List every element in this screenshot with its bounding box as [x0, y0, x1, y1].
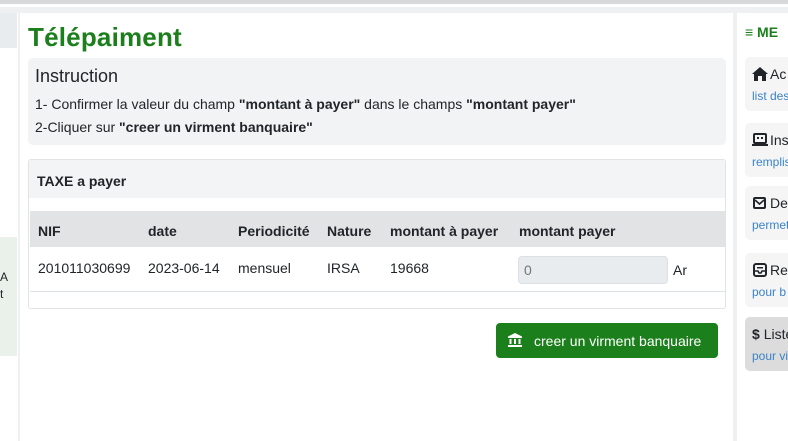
tax-card: TAXE a payer NIF date Periodicité Nature…	[28, 159, 726, 309]
column-header-nif: NIF	[38, 223, 61, 239]
bank-icon	[508, 333, 522, 347]
menu-item-liste[interactable]: $ Liste pour vi	[745, 317, 788, 371]
menu-item-label: Ac	[770, 66, 787, 82]
menu-header: ≡ ME	[745, 24, 779, 40]
menu-item-accueil[interactable]: Ac list des	[745, 57, 788, 111]
instruction-field-name: "montant payer"	[466, 96, 576, 112]
column-header-nature: Nature	[327, 223, 372, 239]
menu-item-desc: permet	[752, 218, 788, 232]
menu-item-title: Ins	[752, 132, 788, 148]
menu-item-inscription[interactable]: Ins remplis	[745, 123, 788, 177]
top-strip	[0, 4, 788, 7]
tax-card-title: TAXE a payer	[37, 173, 127, 189]
instruction-title: Instruction	[35, 66, 119, 86]
montant-payer-input[interactable]	[518, 256, 668, 284]
instruction-text: 2-Cliquer sur	[35, 119, 120, 135]
create-transfer-label: creer un virment banquaire	[534, 333, 702, 349]
menu-item-recu[interactable]: Rec pour b	[745, 253, 788, 307]
instruction-text: dans le champs	[360, 96, 467, 112]
dollar-icon: $	[752, 326, 760, 342]
column-header-montant-a-payer: montant à payer	[390, 223, 499, 239]
left-panel-header	[0, 13, 17, 48]
column-header-date: date	[148, 223, 177, 239]
cell-montant-a-payer: 19668	[390, 260, 429, 276]
create-transfer-button[interactable]: creer un virment banquaire	[496, 323, 718, 358]
instruction-step-2: 2-Cliquer sur "creer un virment banquair…	[35, 119, 313, 135]
cell-nif: 201011030699	[38, 260, 131, 276]
instruction-text: 1- Confirmer la valeur du champ	[35, 96, 239, 112]
home-icon	[752, 67, 768, 81]
menu-item-desc: pour b	[752, 285, 787, 299]
menu-item-title: Ac	[752, 66, 786, 82]
cell-nature: IRSA	[327, 260, 360, 276]
envelope-icon	[753, 197, 766, 209]
right-menu: ≡ ME Ac list des Ins remplis Dec permet …	[737, 13, 788, 441]
left-panel	[0, 13, 18, 441]
menu-item-title: Dec	[752, 195, 788, 211]
table-row: 201011030699 2023-06-14 mensuel IRSA 196…	[30, 247, 726, 292]
menu-item-title: $ Liste	[752, 326, 788, 342]
laptop-icon	[752, 133, 768, 146]
menu-item-label: Ins	[770, 132, 788, 148]
menu-item-desc: remplis	[752, 155, 788, 169]
instruction-step-1: 1- Confirmer la valeur du champ "montant…	[35, 96, 576, 112]
table-header: NIF date Periodicité Nature montant à pa…	[30, 211, 726, 247]
menu-item-label: Rec	[770, 262, 788, 278]
menu-item-title: Rec	[752, 262, 788, 278]
instruction-action-name: "creer un virment banquaire"	[119, 119, 313, 135]
left-panel-text: A	[0, 270, 9, 284]
menu-item-declaration[interactable]: Dec permet	[745, 186, 788, 240]
instruction-field-name: "montant à payer"	[238, 96, 361, 112]
tax-card-header: TAXE a payer	[29, 160, 725, 198]
inbox-icon	[753, 263, 767, 277]
menu-item-desc: pour vi	[752, 349, 788, 363]
cell-date: 2023-06-14	[148, 260, 220, 276]
menu-item-desc: list des	[752, 89, 788, 103]
page-title: Télépaiment	[28, 22, 182, 52]
currency-label: Ar	[673, 262, 687, 278]
column-header-periodicite: Periodicité	[238, 223, 310, 239]
left-panel-text: t	[0, 287, 4, 301]
menu-item-label: Dec	[770, 195, 788, 211]
instruction-box: Instruction 1- Confirmer la valeur du ch…	[28, 58, 726, 145]
cell-periodicite: mensuel	[238, 260, 291, 276]
menu-item-label: Liste	[763, 326, 788, 342]
main-content: Télépaiment Instruction 1- Confirmer la …	[20, 13, 733, 441]
column-header-montant-payer: montant payer	[519, 223, 616, 239]
